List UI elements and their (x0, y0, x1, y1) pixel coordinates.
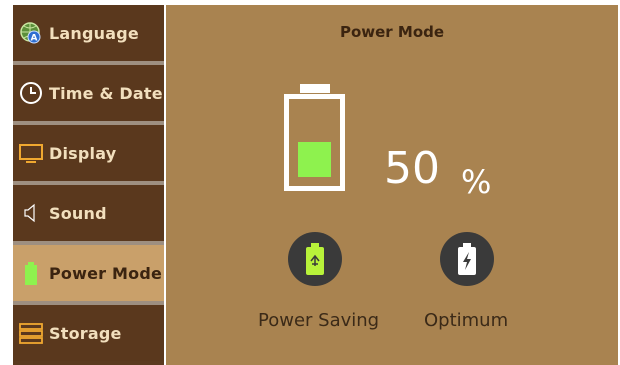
page-title: Power Mode (339, 23, 445, 41)
clock-icon (19, 81, 43, 105)
svg-text:A: A (31, 34, 38, 44)
sidebar-item-label: Power Mode (49, 263, 163, 283)
sidebar-item-label: Display (49, 143, 117, 163)
main-panel: Power Mode 50 % Power Saving Optimum (166, 5, 618, 365)
battery-icon (19, 261, 43, 285)
storage-icon (19, 321, 43, 345)
battery-fill (298, 142, 331, 177)
battery-percent-value: 50 (384, 143, 440, 194)
sidebar-item-label: Storage (49, 323, 122, 343)
sidebar-item-display[interactable]: Display (13, 125, 164, 181)
sidebar-item-language[interactable]: A Language (13, 5, 164, 61)
globe-icon: A (19, 21, 43, 45)
sidebar-item-label: Language (49, 23, 139, 43)
sidebar-item-time-date[interactable]: Time & Date (13, 65, 164, 121)
optimum-button[interactable] (440, 232, 494, 286)
battery-percent-unit: % (461, 163, 492, 201)
battery-level-indicator (284, 94, 345, 191)
sidebar-item-sound[interactable]: Sound (13, 185, 164, 241)
sidebar-item-storage[interactable]: Storage (13, 305, 164, 361)
charging-battery-icon (458, 243, 476, 275)
optimum-label: Optimum (424, 310, 509, 331)
battery-cap (300, 84, 330, 93)
eco-battery-icon (306, 243, 324, 275)
sidebar-item-label: Time & Date (49, 83, 163, 103)
power-saving-button[interactable] (288, 232, 342, 286)
sidebar-item-power-mode[interactable]: Power Mode (13, 245, 164, 301)
speaker-icon (19, 201, 43, 225)
power-saving-label: Power Saving (258, 310, 380, 331)
monitor-icon (19, 141, 43, 165)
sidebar: A Language Time & Date Display Sound Pow… (13, 5, 164, 365)
sidebar-item-label: Sound (49, 203, 107, 223)
